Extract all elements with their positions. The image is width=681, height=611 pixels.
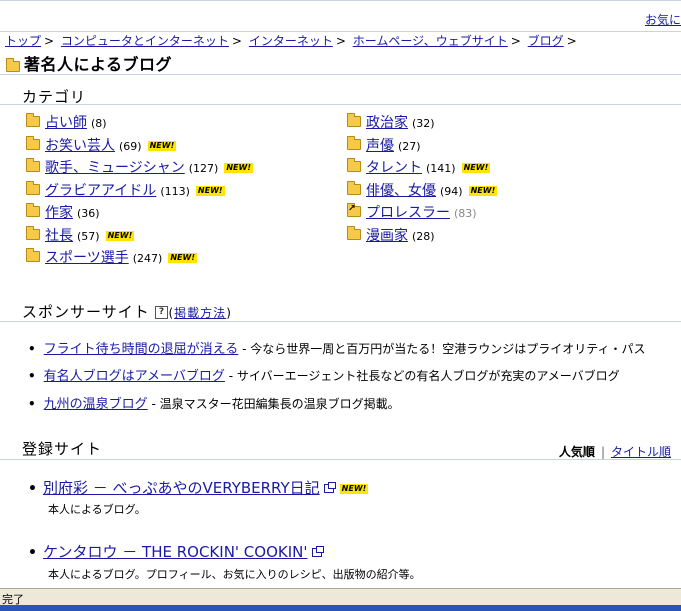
new-badge: NEW!	[168, 253, 197, 263]
new-window-icon[interactable]	[323, 482, 336, 493]
category-count: (8)	[91, 117, 107, 130]
sort-controls: 人気順 | タイトル順	[558, 445, 671, 459]
category-count: (57)	[77, 229, 100, 243]
folder-icon	[347, 158, 361, 172]
sponsor-link[interactable]: 有名人ブログはアメーバブログ	[44, 369, 225, 384]
category-link[interactable]: タレント	[366, 160, 422, 176]
category-item: タレント (141) NEW!	[347, 157, 491, 177]
new-badge: NEW!	[339, 483, 369, 494]
category-count: (28)	[412, 229, 435, 243]
breadcrumb-computer-internet[interactable]: コンピュータとインターネット	[61, 34, 229, 48]
category-item: 政治家 (32)	[347, 112, 435, 132]
category-link[interactable]: 政治家	[366, 115, 408, 131]
sponsor-item: • 九州の温泉ブログ - 温泉マスター花田編集長の温泉ブログ掲載。	[28, 397, 400, 412]
new-badge: NEW!	[147, 140, 177, 151]
category-item: 社長 (57) NEW!	[26, 225, 135, 245]
category-count: (127)	[188, 162, 219, 175]
category-count: (69)	[119, 139, 142, 153]
site-link[interactable]: 別府彩 － べっぷあやのVERYBERRY日記	[43, 479, 320, 497]
category-count: (32)	[412, 117, 435, 130]
folder-icon	[26, 203, 40, 217]
site-description: 本人によるブログ。	[48, 503, 146, 516]
sponsor-item: • フライト待ち時間の退屈が消える - 今なら世界一周と百万円が当たる！空港ラウン…	[28, 342, 646, 357]
folder-icon	[26, 158, 40, 172]
sponsor-link[interactable]: フライト待ち時間の退屈が消える	[44, 342, 239, 357]
sort-popular: 人気順	[558, 445, 595, 459]
favorites-link[interactable]: お気に	[645, 11, 681, 28]
sort-title-link[interactable]: タイトル順	[611, 445, 671, 459]
page-title-bar: 著名人によるブログ	[0, 49, 681, 75]
breadcrumb-internet[interactable]: インターネット	[249, 34, 333, 48]
open-folder-icon	[6, 56, 20, 75]
breadcrumb: トップ > コンピュータとインターネット > インターネット > ホームページ、ウェブ…	[5, 34, 577, 48]
new-window-icon[interactable]	[311, 546, 324, 557]
new-badge: NEW!	[461, 163, 491, 173]
folder-icon	[347, 113, 361, 127]
category-count: (141)	[426, 162, 456, 175]
folder-icon	[26, 135, 40, 150]
category-link[interactable]: 占い師	[45, 115, 87, 131]
category-item: グラビアアイドル (113) NEW!	[26, 180, 225, 200]
help-icon[interactable]: ?	[155, 306, 169, 319]
category-item: 歌手、ミュージシャン (127) NEW!	[26, 157, 253, 177]
category-link[interactable]: プロレスラー	[366, 205, 450, 221]
sponsor-heading: スポンサーサイト ? (掲載方法)	[22, 303, 232, 321]
site-description: 本人によるブログ。プロフィール、お気に入りのレシピ、出版物の紹介等。	[48, 568, 421, 581]
sponsor-heading-label: スポンサーサイト	[22, 303, 150, 321]
new-badge: NEW!	[105, 230, 135, 241]
site-link[interactable]: ケンタロウ － THE ROCKIN' COOKIN'	[43, 543, 308, 561]
status-bar: 完了	[0, 588, 681, 606]
category-item: 俳優、女優 (94) NEW!	[347, 180, 498, 200]
sponsor-link[interactable]: 九州の温泉ブログ	[44, 397, 148, 412]
category-item: 作家 (36)	[26, 202, 100, 222]
new-badge: NEW!	[195, 185, 225, 196]
page-title: 著名人によるブログ	[24, 55, 173, 74]
category-link[interactable]: グラビアアイドル	[45, 183, 156, 199]
category-link[interactable]: 漫画家	[366, 228, 408, 244]
category-link[interactable]: スポーツ選手	[45, 250, 129, 266]
folder-icon	[347, 135, 361, 150]
category-item: スポーツ選手 (247) NEW!	[26, 247, 197, 267]
folder-icon	[26, 180, 40, 195]
site-item: • 別府彩 － べっぷあやのVERYBERRY日記 NEW!	[28, 479, 369, 497]
category-count: (83)	[454, 207, 477, 220]
new-badge: NEW!	[468, 185, 498, 196]
category-count: (36)	[77, 207, 100, 220]
category-link[interactable]: 社長	[45, 228, 73, 244]
top-bar: お気に	[0, 0, 681, 32]
sponsor-divider	[0, 321, 681, 322]
category-item: 占い師 (8)	[26, 112, 107, 132]
sites-divider	[0, 459, 681, 460]
category-item: 漫画家 (28)	[347, 225, 435, 245]
folder-icon	[26, 113, 40, 127]
category-count: (113)	[160, 184, 190, 198]
breadcrumb-blog[interactable]: ブログ	[528, 34, 564, 48]
folder-icon	[347, 180, 361, 195]
category-item: 声優 (27)	[347, 135, 421, 155]
folder-icon	[26, 248, 40, 262]
category-link[interactable]: 歌手、ミュージシャン	[45, 160, 185, 176]
category-count: (27)	[398, 139, 421, 153]
category-link[interactable]: 声優	[366, 138, 394, 154]
category-item: プロレスラー (83)	[347, 202, 477, 222]
category-count: (247)	[132, 252, 163, 265]
category-link[interactable]: 作家	[45, 205, 73, 221]
breadcrumb-homepage[interactable]: ホームページ、ウェブサイト	[353, 34, 508, 48]
categories-divider	[0, 104, 681, 105]
category-count: (94)	[440, 184, 463, 198]
howto-link[interactable]: 掲載方法	[174, 306, 226, 320]
sponsor-item: • 有名人ブログはアメーバブログ - サイバーエージェント社長などの有名人ブログが…	[28, 369, 620, 384]
site-item: • ケンタロウ － THE ROCKIN' COOKIN'	[28, 541, 324, 562]
folder-icon	[347, 225, 361, 240]
folder-icon	[26, 225, 40, 240]
new-badge: NEW!	[224, 163, 253, 173]
category-link[interactable]: 俳優、女優	[366, 183, 436, 199]
breadcrumb-top[interactable]: トップ	[5, 34, 41, 48]
category-item: お笑い芸人 (69) NEW!	[26, 135, 177, 155]
folder-shortcut-icon	[347, 203, 361, 217]
category-link[interactable]: お笑い芸人	[45, 138, 115, 154]
sites-heading: 登録サイト	[22, 440, 103, 458]
taskbar	[0, 605, 681, 611]
